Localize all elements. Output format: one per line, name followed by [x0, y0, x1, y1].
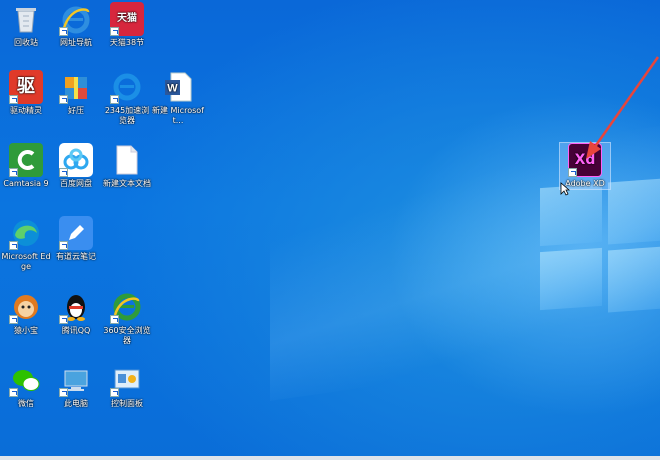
desktop-icon-camtasia[interactable]: Camtasia 9 — [0, 143, 52, 189]
shortcut-arrow-icon — [59, 27, 68, 36]
desktop-icon-new-text-document[interactable]: 新建文本文档 — [101, 143, 153, 189]
shortcut-arrow-icon — [110, 315, 119, 324]
shortcut-arrow-icon — [59, 241, 68, 250]
desktop-icon-2345-browser[interactable]: 2345加速浏览器 — [101, 70, 153, 126]
taskbar-edge — [0, 456, 660, 460]
shortcut-arrow-icon — [110, 95, 119, 104]
desktop-icon-recycle-bin[interactable]: 回收站 — [0, 2, 52, 48]
desktop-icon-360-browser[interactable]: 360安全浏览器 — [101, 290, 153, 346]
desktop-icon-haozip[interactable]: 好压 — [50, 70, 102, 116]
desktop-icon-baidu-netdisk[interactable]: 百度网盘 — [50, 143, 102, 189]
shortcut-arrow-icon — [59, 388, 68, 397]
shortcut-arrow-icon — [59, 315, 68, 324]
word-document-icon: W — [161, 70, 195, 104]
desktop-icon-this-pc[interactable]: 此电脑 — [50, 363, 102, 409]
shortcut-arrow-icon — [568, 168, 577, 177]
shortcut-arrow-icon — [9, 95, 18, 104]
shortcut-arrow-icon — [59, 95, 68, 104]
mouse-cursor-icon — [560, 182, 570, 196]
desktop-icon-control-panel[interactable]: 控制面板 — [101, 363, 153, 409]
shortcut-arrow-icon — [110, 388, 119, 397]
shortcut-arrow-icon — [9, 168, 18, 177]
red-annotation-arrow-icon — [586, 56, 660, 159]
shortcut-arrow-icon — [9, 315, 18, 324]
shortcut-arrow-icon — [9, 388, 18, 397]
desktop-icon-tencent-qq[interactable]: 腾讯QQ — [50, 290, 102, 336]
svg-text:W: W — [167, 83, 178, 95]
desktop-icon-web-navigation[interactable]: 网址导航 — [50, 2, 102, 48]
desktop-icon-youdao-note[interactable]: 有道云笔记 — [50, 216, 102, 262]
shortcut-arrow-icon — [9, 241, 18, 250]
text-document-icon — [110, 143, 144, 177]
recycle-bin-icon — [16, 8, 36, 33]
desktop-icon-tmall[interactable]: 天猫 天猫38节 — [101, 2, 153, 48]
desktop-icon-wechat[interactable]: 微信 — [0, 363, 52, 409]
desktop-icon-yuanxiaobao[interactable]: 猿小宝 — [0, 290, 52, 336]
shortcut-arrow-icon — [59, 168, 68, 177]
desktop-icon-new-word-document[interactable]: W 新建 Microsoft... — [152, 70, 204, 126]
shortcut-arrow-icon — [110, 27, 119, 36]
desktop-icon-microsoft-edge[interactable]: Microsoft Edge — [0, 216, 52, 272]
desktop-icon-driver-genius[interactable]: 驱 驱动精灵 — [0, 70, 52, 116]
